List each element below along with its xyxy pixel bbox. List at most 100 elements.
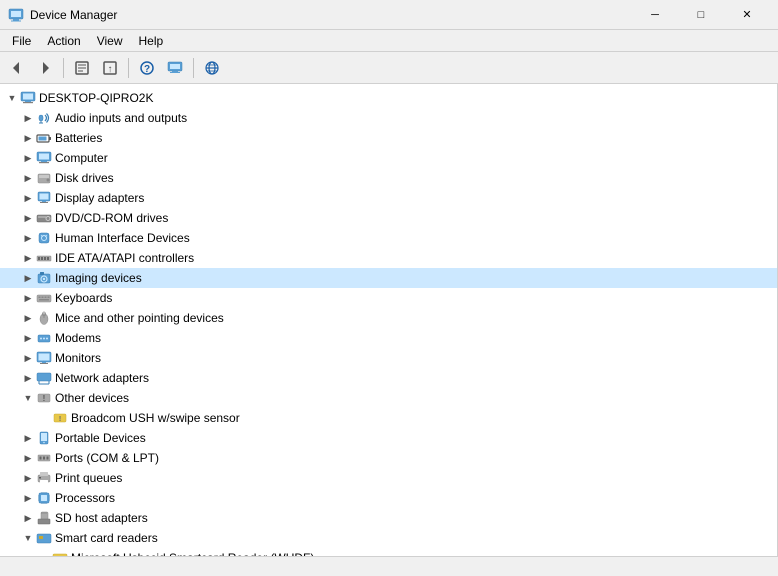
icon-imaging [36,270,52,286]
icon-disk [36,170,52,186]
label-smartcard: Smart card readers [55,531,158,545]
icon-ide [36,250,52,266]
label-dvd: DVD/CD-ROM drives [55,211,168,225]
tree-item-smartcard[interactable]: ▼ Smart card readers [0,528,777,548]
tree-item-computer[interactable]: ▶ Computer [0,148,777,168]
icon-keyboards [36,290,52,306]
label-computer: Computer [55,151,108,165]
tree-item-imaging[interactable]: ▶ Imaging devices [0,268,777,288]
device-tree[interactable]: ▼ DESKTOP-QIPRO2K ▶ Audio inputs and out… [0,84,778,556]
expander-processors[interactable]: ▶ [20,490,36,506]
toolbar-network[interactable] [199,56,225,80]
icon-portable [36,430,52,446]
tree-item-ide[interactable]: ▶ IDE ATA/ATAPI controllers [0,248,777,268]
tree-item-audio[interactable]: ▶ Audio inputs and outputs [0,108,777,128]
tree-item-other[interactable]: ▼ ! Other devices [0,388,777,408]
tree-item-mice[interactable]: ▶ Mice and other pointing devices [0,308,777,328]
tree-item-processors[interactable]: ▶ Processors [0,488,777,508]
toolbar-properties[interactable] [69,56,95,80]
expander-keyboards[interactable]: ▶ [20,290,36,306]
svg-text:?: ? [144,64,150,75]
tree-item-network[interactable]: ▶ Network adapters [0,368,777,388]
expander-other[interactable]: ▼ [20,390,36,406]
toolbar-help[interactable]: ? [134,56,160,80]
expander-imaging[interactable]: ▶ [20,270,36,286]
expander-hid[interactable]: ▶ [20,230,36,246]
tree-item-keyboards[interactable]: ▶ Keyboards [0,288,777,308]
expander-audio[interactable]: ▶ [20,110,36,126]
expander-modems[interactable]: ▶ [20,330,36,346]
expander-sd[interactable]: ▶ [20,510,36,526]
label-sd: SD host adapters [55,511,148,525]
expander-broadcom [36,410,52,426]
root-expander[interactable]: ▼ [4,90,20,106]
expander-network[interactable]: ▶ [20,370,36,386]
expander-batteries[interactable]: ▶ [20,130,36,146]
label-audio: Audio inputs and outputs [55,111,187,125]
expander-mice[interactable]: ▶ [20,310,36,326]
toolbar-back[interactable] [4,56,30,80]
expander-ms_smartcard [36,550,52,556]
label-modems: Modems [55,331,101,345]
label-disk: Disk drives [55,171,114,185]
tree-item-disk[interactable]: ▶ Disk drives [0,168,777,188]
expander-dvd[interactable]: ▶ [20,210,36,226]
menu-help[interactable]: Help [131,30,172,51]
root-label: DESKTOP-QIPRO2K [39,91,153,105]
icon-audio [36,110,52,126]
menu-file[interactable]: File [4,30,39,51]
tree-item-modems[interactable]: ▶ Modems [0,328,777,348]
icon-other: ! [36,390,52,406]
icon-display [36,190,52,206]
menu-action[interactable]: Action [39,30,88,51]
toolbar-sep-1 [63,58,64,78]
expander-display[interactable]: ▶ [20,190,36,206]
toolbar-devmgr[interactable] [162,56,188,80]
tree-item-ms_smartcard[interactable]: Microsoft Usbccid Smartcard Reader (WUDF… [0,548,777,556]
window-title: Device Manager [30,8,632,22]
status-bar [0,556,778,576]
expander-disk[interactable]: ▶ [20,170,36,186]
close-button[interactable]: ✕ [724,0,770,30]
svg-text:↑: ↑ [108,64,113,75]
tree-item-hid[interactable]: ▶ Human Interface Devices [0,228,777,248]
label-imaging: Imaging devices [55,271,142,285]
label-monitors: Monitors [55,351,101,365]
icon-print [36,470,52,486]
tree-root[interactable]: ▼ DESKTOP-QIPRO2K [0,88,777,108]
label-display: Display adapters [55,191,144,205]
tree-item-portable[interactable]: ▶ Portable Devices [0,428,777,448]
expander-computer[interactable]: ▶ [20,150,36,166]
expander-ports[interactable]: ▶ [20,450,36,466]
icon-broadcom: ! [52,410,68,426]
expander-ide[interactable]: ▶ [20,250,36,266]
tree-item-sd[interactable]: ▶ SD host adapters [0,508,777,528]
label-processors: Processors [55,491,115,505]
tree-item-broadcom[interactable]: ! Broadcom USH w/swipe sensor [0,408,777,428]
icon-network [36,370,52,386]
toolbar-forward[interactable] [32,56,58,80]
tree-item-ports[interactable]: ▶ Ports (COM & LPT) [0,448,777,468]
minimize-button[interactable]: ─ [632,0,678,30]
icon-ports [36,450,52,466]
tree-item-print[interactable]: ▶ Print queues [0,468,777,488]
menu-bar: File Action View Help [0,30,778,52]
maximize-button[interactable]: □ [678,0,724,30]
icon-batteries [36,130,52,146]
label-keyboards: Keyboards [55,291,112,305]
tree-item-batteries[interactable]: ▶ Batteries [0,128,777,148]
expander-print[interactable]: ▶ [20,470,36,486]
computer-icon [20,90,36,106]
label-batteries: Batteries [55,131,102,145]
expander-portable[interactable]: ▶ [20,430,36,446]
tree-item-monitors[interactable]: ▶ Monitors [0,348,777,368]
tree-item-dvd[interactable]: ▶ DVD/CD-ROM drives [0,208,777,228]
menu-view[interactable]: View [89,30,131,51]
label-hid: Human Interface Devices [55,231,190,245]
tree-item-display[interactable]: ▶ Display adapters [0,188,777,208]
expander-monitors[interactable]: ▶ [20,350,36,366]
toolbar-update-driver[interactable]: ↑ [97,56,123,80]
icon-hid [36,230,52,246]
label-print: Print queues [55,471,122,485]
expander-smartcard[interactable]: ▼ [20,530,36,546]
